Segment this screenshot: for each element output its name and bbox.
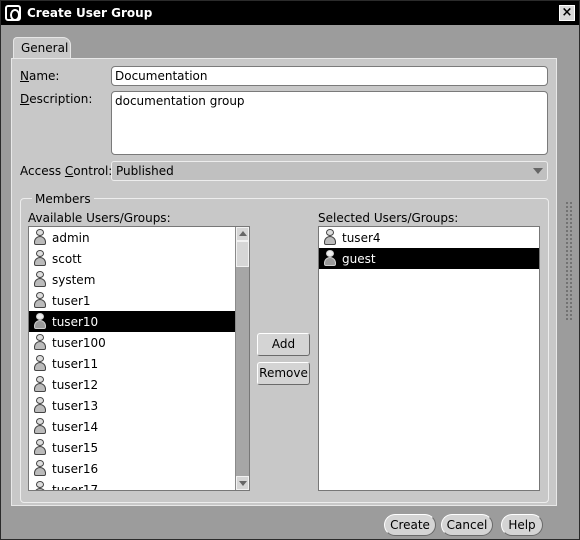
list-item-label: tuser1 (52, 293, 91, 308)
list-item-label: tuser13 (52, 398, 99, 413)
create-button[interactable]: Create (384, 514, 436, 536)
list-item-label: tuser10 (52, 314, 99, 329)
resize-grip[interactable] (565, 201, 573, 321)
tab-general[interactable]: General (13, 37, 71, 59)
user-icon (33, 271, 47, 288)
user-icon (33, 229, 47, 246)
scroll-thumb[interactable] (236, 241, 249, 267)
list-item-label: tuser14 (52, 419, 99, 434)
description-label-mnemonic: D (20, 92, 30, 106)
available-users-label: Available Users/Groups: (28, 211, 171, 225)
user-icon (33, 334, 47, 351)
create-user-group-dialog: Create User Group × General Name: Docume… (0, 0, 580, 540)
remove-button[interactable]: Remove (257, 362, 310, 385)
description-field[interactable]: documentation group (111, 91, 548, 155)
list-item[interactable]: tuser4 (319, 227, 539, 248)
available-users-items: admin scott system tuser1 tuser10 tuser100 tus… (29, 227, 249, 491)
available-users-list[interactable]: admin scott system tuser1 tuser10 tuser100 tus… (28, 226, 250, 491)
name-label: Name: (20, 69, 59, 83)
name-label-rest: ame: (28, 69, 60, 83)
list-item[interactable]: tuser10 (29, 311, 249, 332)
access-control-label-rest: ontrol: (73, 164, 113, 178)
list-item[interactable]: tuser12 (29, 374, 249, 395)
description-label: Description: (20, 92, 92, 106)
selected-users-items: tuser4 guest (319, 227, 539, 269)
list-item-label: tuser15 (52, 440, 99, 455)
user-icon (33, 397, 47, 414)
user-icon (323, 250, 337, 267)
cancel-button[interactable]: Cancel (441, 514, 493, 536)
user-icon (33, 250, 47, 267)
list-item[interactable]: tuser15 (29, 437, 249, 458)
selected-users-list[interactable]: tuser4 guest (318, 226, 540, 491)
name-label-mnemonic: N (20, 69, 29, 83)
list-item-label: tuser12 (52, 377, 99, 392)
user-icon (33, 355, 47, 372)
list-item-label: scott (52, 251, 82, 266)
list-item[interactable]: tuser1 (29, 290, 249, 311)
list-item[interactable]: system (29, 269, 249, 290)
general-panel: Name: Documentation Description: documen… (11, 58, 557, 506)
list-item-label: guest (342, 251, 376, 266)
user-icon (33, 439, 47, 456)
user-icon (33, 313, 47, 330)
close-icon[interactable]: × (559, 5, 575, 21)
user-icon (33, 292, 47, 309)
add-button[interactable]: Add (257, 333, 310, 356)
available-users-scrollbar[interactable] (235, 227, 249, 490)
description-label-rest: escription: (29, 92, 93, 106)
list-item-label: system (52, 272, 96, 287)
list-item-label: tuser4 (342, 230, 381, 245)
list-item[interactable]: tuser14 (29, 416, 249, 437)
access-control-select[interactable]: Published (111, 161, 548, 181)
user-icon (33, 376, 47, 393)
scroll-up-icon[interactable] (236, 227, 249, 241)
list-item-label: admin (52, 230, 90, 245)
user-icon (33, 418, 47, 435)
list-item[interactable]: tuser11 (29, 353, 249, 374)
name-field[interactable]: Documentation (111, 66, 548, 86)
user-icon (33, 460, 47, 477)
access-control-value: Published (116, 164, 174, 178)
list-item[interactable]: tuser16 (29, 458, 249, 479)
title-bar: Create User Group × (1, 1, 579, 25)
list-item[interactable]: tuser13 (29, 395, 249, 416)
selected-users-label: Selected Users/Groups: (318, 211, 459, 225)
user-icon (33, 481, 47, 490)
list-item-label: tuser17 (52, 482, 99, 491)
list-item[interactable]: tuser17 (29, 479, 249, 491)
list-item-label: tuser16 (52, 461, 99, 476)
list-item[interactable]: scott (29, 248, 249, 269)
user-icon (323, 229, 337, 246)
list-item-label: tuser100 (52, 335, 106, 350)
list-item[interactable]: admin (29, 227, 249, 248)
access-control-label: Access Control: (20, 164, 112, 178)
app-icon (5, 5, 21, 21)
list-item-label: tuser11 (52, 356, 99, 371)
window-title: Create User Group (27, 6, 153, 20)
help-button[interactable]: Help (501, 514, 543, 536)
chevron-down-icon[interactable] (533, 168, 543, 174)
list-item[interactable]: guest (319, 248, 539, 269)
list-item[interactable]: tuser100 (29, 332, 249, 353)
members-legend: Members (32, 192, 94, 206)
access-control-label-start: Access (20, 164, 65, 178)
scroll-down-icon[interactable] (236, 476, 249, 490)
